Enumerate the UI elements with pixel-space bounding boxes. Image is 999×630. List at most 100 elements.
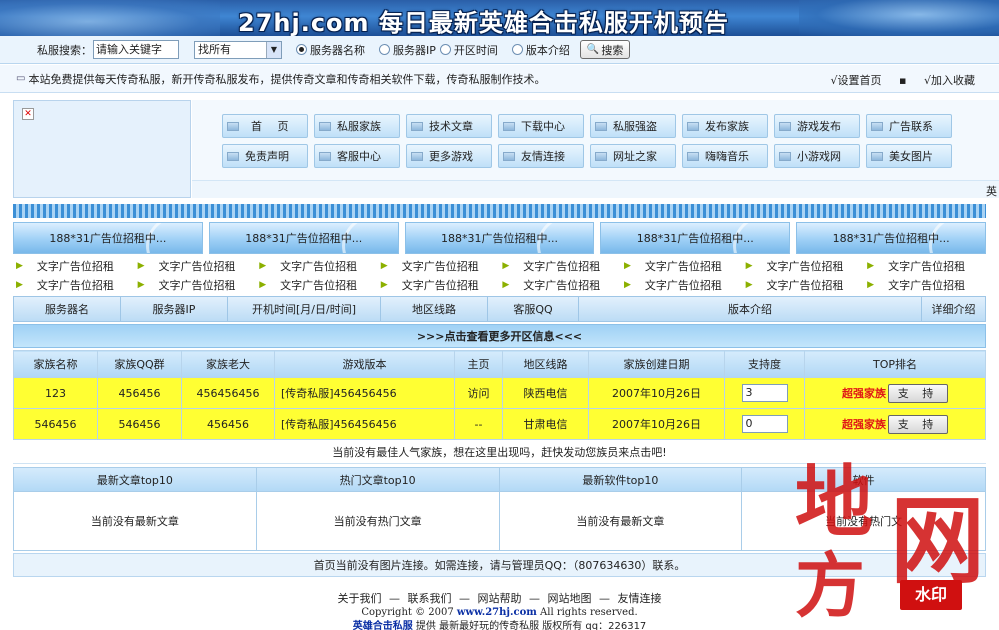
nav-downloads[interactable]: 下载中心 [498,114,584,138]
arrow-right-icon: ▶ [259,260,267,271]
banner-ad[interactable]: 188*31广告位招租中... [13,222,203,254]
list-title: 软件 [742,468,985,492]
nav-ad-contact[interactable]: 广告联系 [866,114,952,138]
nav-grid: 首 页 私服家族 技术文章 下载中心 私服强盗 发布家族 游戏发布 广告联系 免… [222,114,962,168]
column-header: 支持度 [724,350,805,378]
nav-more-games[interactable]: 更多游戏 [406,144,492,168]
nav-service[interactable]: 客服中心 [314,144,400,168]
banner-ad[interactable]: 188*31广告位招租中... [600,222,791,254]
text-ad-link[interactable]: ▶ 文字广告位招租 [864,275,986,294]
owner-site-link[interactable]: 英雄合击私服 [353,621,413,630]
text-ad-link[interactable]: ▶ 文字广告位招租 [13,275,135,294]
nav-url-home[interactable]: 网址之家 [590,144,676,168]
text-ad-link[interactable]: ▶ 文字广告位招租 [135,256,257,275]
text-ad-link[interactable]: ▶ 文字广告位招租 [135,275,257,294]
text-ad-link[interactable]: ▶ 文字广告位招租 [743,275,865,294]
text-ad-link[interactable]: ▶ 文字广告位招租 [256,256,378,275]
text-ad-link[interactable]: ▶ 文字广告位招租 [378,256,500,275]
arrow-right-icon: ▶ [867,279,875,290]
nav-publish-game[interactable]: 游戏发布 [774,114,860,138]
nav-disclaimer[interactable]: 免责声明 [222,144,308,168]
column-header: TOP排名 [804,350,986,378]
footer-link-sitemap[interactable]: 网站地图 [548,592,592,605]
family-name: 546456 [13,408,98,440]
search-label: 私服搜索： [37,43,92,57]
support-button[interactable]: 支 持 [888,414,948,434]
family-created: 2007年10月26日 [588,408,725,440]
nav-icon [687,151,699,161]
footer-link-help[interactable]: 网站帮助 [478,592,522,605]
family-note: 当前没有最佳人气家族，想在这里出现吗，赶快发动您族员来点击吧! [13,440,986,464]
arrow-right-icon: ▶ [502,260,510,271]
nav-icon [503,151,515,161]
arrow-right-icon: ▶ [16,279,23,290]
footer-link-about[interactable]: 关于我们 [338,592,382,605]
text-ad-link[interactable]: ▶ 文字广告位招租 [743,256,865,275]
nav-icon [779,121,791,131]
text-ad-link[interactable]: ▶ 文字广告位招租 [256,275,378,294]
list-empty-text: 当前没有最新文章 [90,515,179,528]
banner-ad[interactable]: 188*31广告位招租中... [208,222,399,254]
footer-link-contact[interactable]: 联系我们 [408,592,452,605]
arrow-right-icon: ▶ [16,260,23,271]
nav-friend-links[interactable]: 友情连接 [498,144,584,168]
family-home-link[interactable]: 访问 [454,377,503,409]
radio-open-time[interactable]: 开区时间 [439,42,498,58]
text-ad-link[interactable]: ▶ 文字广告位招租 [621,256,743,275]
banner-ad[interactable]: 188*31广告位招租中... [404,222,595,254]
support-count-input[interactable]: 3 [741,384,788,402]
broken-image-icon: ✕ [22,108,34,120]
rank-cell: 超强家族支 持 [804,408,986,440]
search-keyword-input[interactable]: 请输入关键字 [93,40,179,59]
rank-cell: 超强家族支 持 [804,377,986,409]
nav-area: 首 页 私服家族 技术文章 下载中心 私服强盗 发布家族 游戏发布 广告联系 免… [192,100,999,180]
arrow-right-icon: ▶ [380,279,388,290]
text-ad-link[interactable]: ▶ 文字广告位招租 [378,275,500,294]
text-ad-link[interactable]: ▶ 文字广告位招租 [499,275,621,294]
radio-label: 服务器名称 [310,43,365,57]
nav-home[interactable]: 首 页 [222,114,308,138]
search-scope-select[interactable]: 找所有 ▼ [194,40,282,59]
nav-family[interactable]: 私服家族 [314,114,400,138]
radio-dot-icon [439,44,451,55]
text-ad-link[interactable]: ▶ 文字广告位招租 [621,275,743,294]
text-ad-link[interactable]: ▶ 文字广告位招租 [499,256,621,275]
text-ad-link[interactable]: ▶ 文字广告位招租 [13,256,135,275]
set-home-link[interactable]: √设置首页 [831,74,882,87]
arrow-right-icon: ▶ [502,279,510,290]
notice-links: √设置首页 ▪ √加入收藏 [817,72,976,88]
column-header: 开机时间[月/日/时间] [228,297,381,321]
nav-music[interactable]: 嗨嗨音乐 [682,144,768,168]
text-ad-grid: ▶ 文字广告位招租 ▶ 文字广告位招租 ▶ 文字广告位招租 ▶ 文字广告位招租 ▶ 文字广… [13,256,986,294]
more-servers-link[interactable]: >>>点击查看更多开区信息<<< [13,324,986,348]
radio-server-ip[interactable]: 服务器IP [379,42,436,58]
family-qq-group: 546456 [97,408,182,440]
support-cell: 0 [724,408,805,440]
list-empty-text: 当前没有热门文章 [333,515,422,528]
footer-link-friends[interactable]: 友情连接 [618,592,662,605]
nav-icon [871,121,883,131]
support-cell: 3 [724,377,805,409]
search-button[interactable]: 🔍 搜索 [579,40,631,59]
text-ad-link[interactable]: ▶ 文字广告位招租 [864,256,986,275]
radio-version-intro[interactable]: 版本介绍 [511,42,570,58]
nav-mini-games[interactable]: 小游戏网 [774,144,860,168]
nav-pictures[interactable]: 美女图片 [866,144,952,168]
nav-icon [871,151,883,161]
nav-publish-family[interactable]: 发布家族 [682,114,768,138]
banner-ad[interactable]: 188*31广告位招租中... [796,222,986,254]
nav-robbers[interactable]: 私服强盗 [590,114,676,138]
column-header: 地区线路 [381,297,488,321]
arrow-right-icon: ▶ [745,260,753,271]
nav-articles[interactable]: 技术文章 [406,114,492,138]
list-title: 最新文章top10 [14,468,256,492]
column-header: 游戏版本 [274,350,455,378]
add-favorite-link[interactable]: √加入收藏 [924,74,975,87]
nav-icon [411,151,423,161]
support-count-input[interactable]: 0 [741,415,788,433]
radio-server-name[interactable]: 服务器名称 [296,42,365,58]
support-button[interactable]: 支 持 [888,383,948,403]
copyright-url[interactable]: www.27hj.com [457,607,537,618]
picture-link-note: 首页当前没有图片连接。如需连接，请与管理员QQ：（807634630）联系。 [13,553,986,577]
search-button-label: 搜索 [601,43,624,57]
